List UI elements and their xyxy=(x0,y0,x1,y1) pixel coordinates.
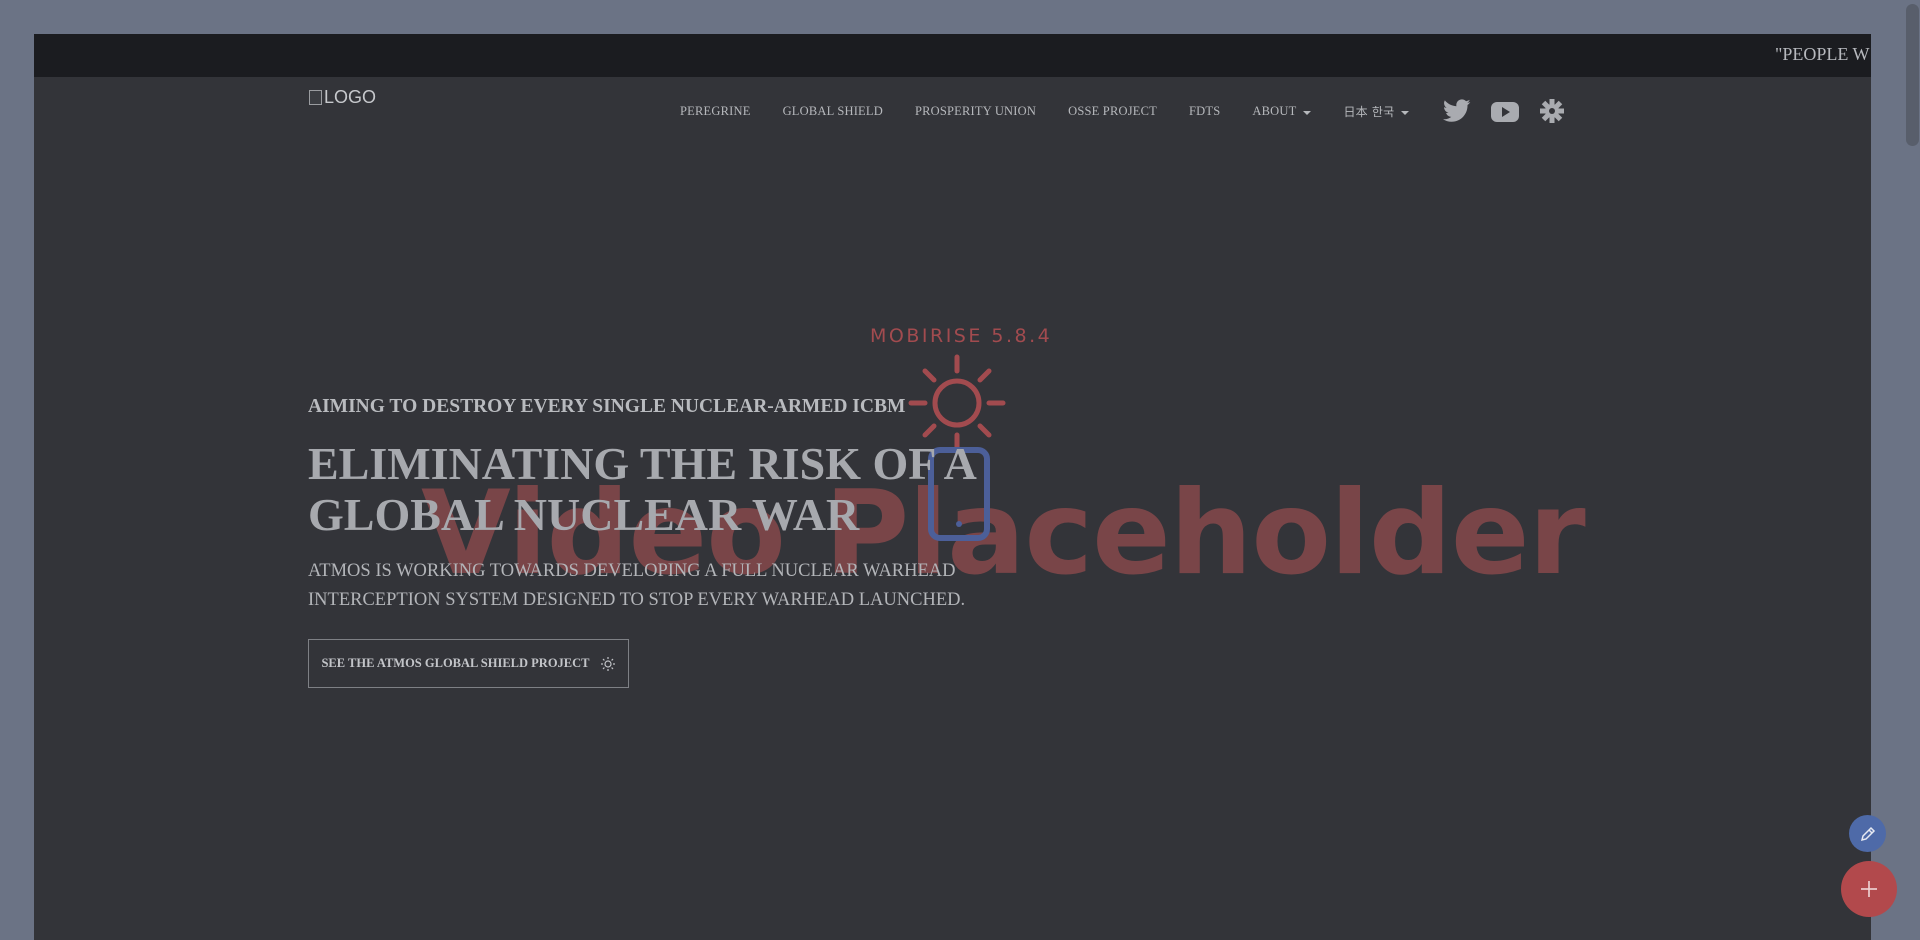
nav-item-fdts[interactable]: FDTS xyxy=(1189,104,1220,119)
nav-label: 日本 한국 xyxy=(1343,105,1395,119)
hero-description: ATMOS IS WORKING TOWARDS DEVELOPING A FU… xyxy=(308,561,966,610)
puzzle-icon[interactable] xyxy=(1539,98,1565,124)
edit-button[interactable] xyxy=(1849,815,1886,852)
ticker-bar: "PEOPLE W xyxy=(34,34,1871,77)
pencil-icon xyxy=(1860,826,1875,841)
nav-item-language[interactable]: 日本 한국 xyxy=(1343,103,1410,120)
nav-label: ABOUT xyxy=(1252,104,1297,118)
scrollbar-thumb[interactable] xyxy=(1906,4,1919,146)
ticker-text: "PEOPLE W xyxy=(1775,44,1870,64)
nav-item-prosperity-union[interactable]: PROSPERITY UNION xyxy=(915,104,1036,119)
twitter-icon[interactable] xyxy=(1443,99,1471,123)
nav-label: GLOBAL SHIELD xyxy=(782,104,883,118)
caret-down-icon xyxy=(1401,110,1410,115)
plus-icon xyxy=(1861,881,1877,897)
nav-item-about[interactable]: ABOUT xyxy=(1252,104,1312,119)
broken-image-icon xyxy=(309,90,322,105)
nav-item-peregrine[interactable]: PEREGRINE xyxy=(680,104,751,119)
cta-label: SEE THE ATMOS GLOBAL SHIELD PROJECT xyxy=(321,656,590,670)
sun-icon xyxy=(600,656,615,671)
hero-title: ELIMINATING THE RISK OF A GLOBAL NUCLEAR… xyxy=(308,438,975,540)
nav-label: OSSE PROJECT xyxy=(1068,104,1157,118)
site-preview-frame: "PEOPLE W LOGO PEREGRINE GLOBAL SHIELD P… xyxy=(34,34,1871,940)
youtube-icon[interactable] xyxy=(1491,101,1519,123)
mobirise-version: MOBIRISE 5.8.4 xyxy=(870,325,1053,347)
see-global-shield-button[interactable]: SEE THE ATMOS GLOBAL SHIELD PROJECT xyxy=(308,639,629,688)
logo[interactable]: LOGO xyxy=(309,87,376,108)
nav-item-osse-project[interactable]: OSSE PROJECT xyxy=(1068,104,1157,119)
add-block-button[interactable] xyxy=(1841,861,1897,917)
logo-alt-text: LOGO xyxy=(324,87,377,107)
caret-down-icon xyxy=(1303,110,1312,115)
hero-subtitle: AIMING TO DESTROY EVERY SINGLE NUCLEAR-A… xyxy=(308,396,906,417)
main-nav: PEREGRINE GLOBAL SHIELD PROSPERITY UNION… xyxy=(680,103,1441,120)
nav-label: PEREGRINE xyxy=(680,104,751,118)
nav-item-global-shield[interactable]: GLOBAL SHIELD xyxy=(783,104,883,119)
nav-label: PROSPERITY UNION xyxy=(914,104,1037,118)
nav-label: FDTS xyxy=(1189,104,1221,118)
